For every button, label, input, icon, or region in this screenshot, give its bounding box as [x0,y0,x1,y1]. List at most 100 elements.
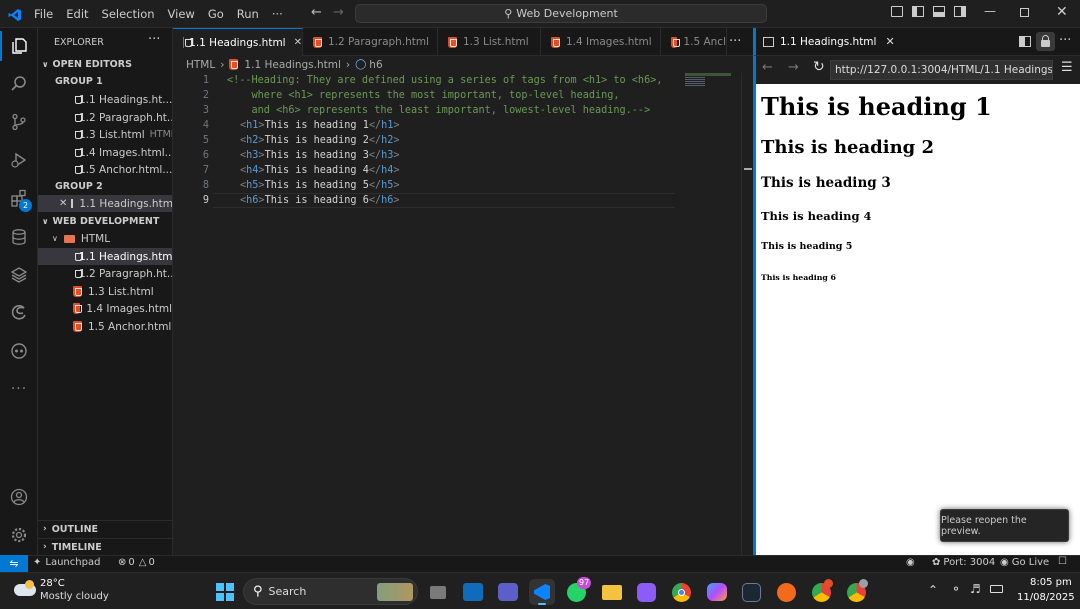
tab-anchor[interactable]: 1.5 Ancl [661,28,727,56]
volume-icon[interactable]: ♬ [970,582,981,596]
open-editor-item[interactable]: 1.3 List.html HTML [38,126,172,143]
open-editor-item[interactable]: 1.5 Anchor.html... [38,161,172,178]
launchpad-item[interactable]: ✦ Launchpad [33,557,100,568]
breadcrumb-symbol[interactable]: h6 [369,59,382,71]
tab-paragraph[interactable]: 1.2 Paragraph.html [303,28,438,56]
copilot-icon[interactable] [0,336,38,366]
close-icon[interactable]: ✕ [59,198,67,209]
tab-headings[interactable]: 1.1 Headings.html ✕ [173,28,303,56]
open-editor-item[interactable]: 1.1 Headings.ht... [38,91,172,108]
menu-run[interactable]: Run [237,7,259,21]
outlook-icon[interactable] [460,579,486,605]
chrome-profile-icon[interactable] [809,579,835,605]
minimap[interactable] [683,73,741,555]
preview-content[interactable]: This is heading 1 This is heading 2 This… [753,84,1080,555]
windows-start-icon[interactable] [212,579,238,605]
outline-header[interactable]: › OUTLINE [38,520,172,537]
breadcrumb-folder[interactable]: HTML [186,59,215,71]
file-item[interactable]: 1.1 Headings.html [38,248,172,265]
battery-icon[interactable] [990,585,1003,593]
group2-header[interactable]: GROUP 2 [38,178,172,195]
menu-go[interactable]: Go [208,7,224,21]
task-view-icon[interactable] [425,579,451,605]
search-icon[interactable] [0,69,38,99]
wifi-icon[interactable]: ⚬ [951,582,961,596]
scrollbar[interactable] [741,73,753,555]
layers-icon[interactable] [0,260,38,290]
reload-icon[interactable]: ↻ [813,59,825,75]
database-icon[interactable] [0,222,38,252]
tabs-more-icon[interactable]: ··· [729,34,741,49]
toggle-sidebar-icon[interactable] [912,6,924,17]
clock-time[interactable]: 8:05 pm [1030,577,1072,588]
tab-images[interactable]: 1.4 Images.html [541,28,661,56]
more-actions-icon[interactable]: ··· [1059,33,1071,48]
file-item[interactable]: 1.4 Images.html [38,300,172,317]
split-editor-icon[interactable] [1019,36,1031,47]
forward-arrow-icon[interactable]: → [788,60,799,75]
group1-header[interactable]: GROUP 1 [38,73,172,90]
run-debug-icon[interactable] [0,145,38,175]
menu-selection[interactable]: Selection [102,7,155,21]
clock-date[interactable]: 11/08/2025 [1017,592,1075,603]
weather-widget[interactable]: 28°C Mostly cloudy [12,578,122,606]
code-editor[interactable]: 1 2 3 4 5 6 7 8 9 <!--Heading: They are … [173,73,753,555]
file-item[interactable]: 1.2 Paragraph.ht... [38,265,172,282]
folder-html[interactable]: ∨ HTML [38,230,172,247]
lock-icon[interactable] [1036,32,1055,51]
davinci-icon[interactable] [739,579,765,605]
chrome-icon[interactable] [669,579,695,605]
menu-icon[interactable]: ☰ [1061,60,1073,75]
workspace-header[interactable]: ∨ WEB DEVELOPMENT [38,213,172,230]
back-arrow-icon[interactable]: ← [311,5,322,20]
source-control-icon[interactable] [0,107,38,137]
notifications-bell-icon[interactable]: ☐ [1058,556,1067,567]
more-views-icon[interactable]: ··· [0,374,38,404]
vscode-taskbar-icon[interactable] [529,579,555,605]
file-explorer-icon[interactable] [599,579,625,605]
menu-edit[interactable]: Edit [66,7,88,21]
open-editor-item[interactable]: 1.4 Images.html... [38,144,172,161]
edge-icon[interactable] [0,298,38,328]
taskbar-search[interactable]: ⚲ Search [243,578,418,605]
back-arrow-icon[interactable]: ← [762,60,773,75]
copilot-taskbar-icon[interactable] [704,579,730,605]
notification-toast[interactable]: Please reopen the preview. [940,509,1069,542]
account-icon[interactable] [0,482,38,512]
command-center[interactable]: ⚲ Web Development [355,4,767,23]
minimize-icon[interactable]: — [984,4,996,18]
problems-item[interactable]: ⊗ 0 △ 0 [118,557,155,568]
explorer-icon[interactable] [0,31,38,61]
open-editor-item[interactable]: 1.2 Paragraph.ht... [38,109,172,126]
menu-more[interactable]: ··· [272,7,283,21]
close-window-icon[interactable]: ✕ [1056,4,1068,20]
maximize-icon[interactable] [1020,8,1029,17]
forward-arrow-icon[interactable]: → [333,5,344,20]
open-editors-header[interactable]: ∨ OPEN EDITORS [38,56,172,73]
copilot-status-icon[interactable]: ◉ [906,557,915,568]
tab-list[interactable]: 1.3 List.html [438,28,541,56]
whatsapp-icon[interactable]: 97 [564,577,592,605]
teams-icon[interactable] [495,579,521,605]
go-live-button[interactable]: ◉ Go Live [1000,557,1049,568]
timeline-header[interactable]: › TIMELINE [38,538,172,555]
remote-indicator[interactable]: ⇋ [0,555,28,572]
pen-app-icon[interactable] [774,579,800,605]
preview-tab-label[interactable]: 1.1 Headings.html [780,36,876,48]
file-item[interactable]: 1.5 Anchor.html [38,318,172,335]
close-icon[interactable]: ✕ [885,35,894,48]
open-editor-item-preview[interactable]: ✕ 1.1 Headings.html [38,195,172,212]
chrome-profile-2-icon[interactable] [844,579,870,605]
port-item[interactable]: ✿ Port: 3004 [932,557,995,568]
url-input[interactable]: http://127.0.0.1:3004/HTML/1.1 Headings.… [830,60,1053,80]
close-icon[interactable]: ✕ [294,37,302,48]
toggle-panel-icon[interactable] [933,6,945,17]
extensions-icon[interactable]: 2 [0,183,38,213]
toggle-secondary-sidebar-icon[interactable] [954,6,966,17]
chevron-up-icon[interactable]: ⌃ [928,583,938,597]
breadcrumb-file[interactable]: 1.1 Headings.html [244,59,340,71]
explorer-more-icon[interactable]: ··· [148,32,160,47]
customize-layout-icon[interactable] [891,6,903,17]
menu-view[interactable]: View [168,7,195,21]
settings-gear-icon[interactable] [0,520,38,550]
